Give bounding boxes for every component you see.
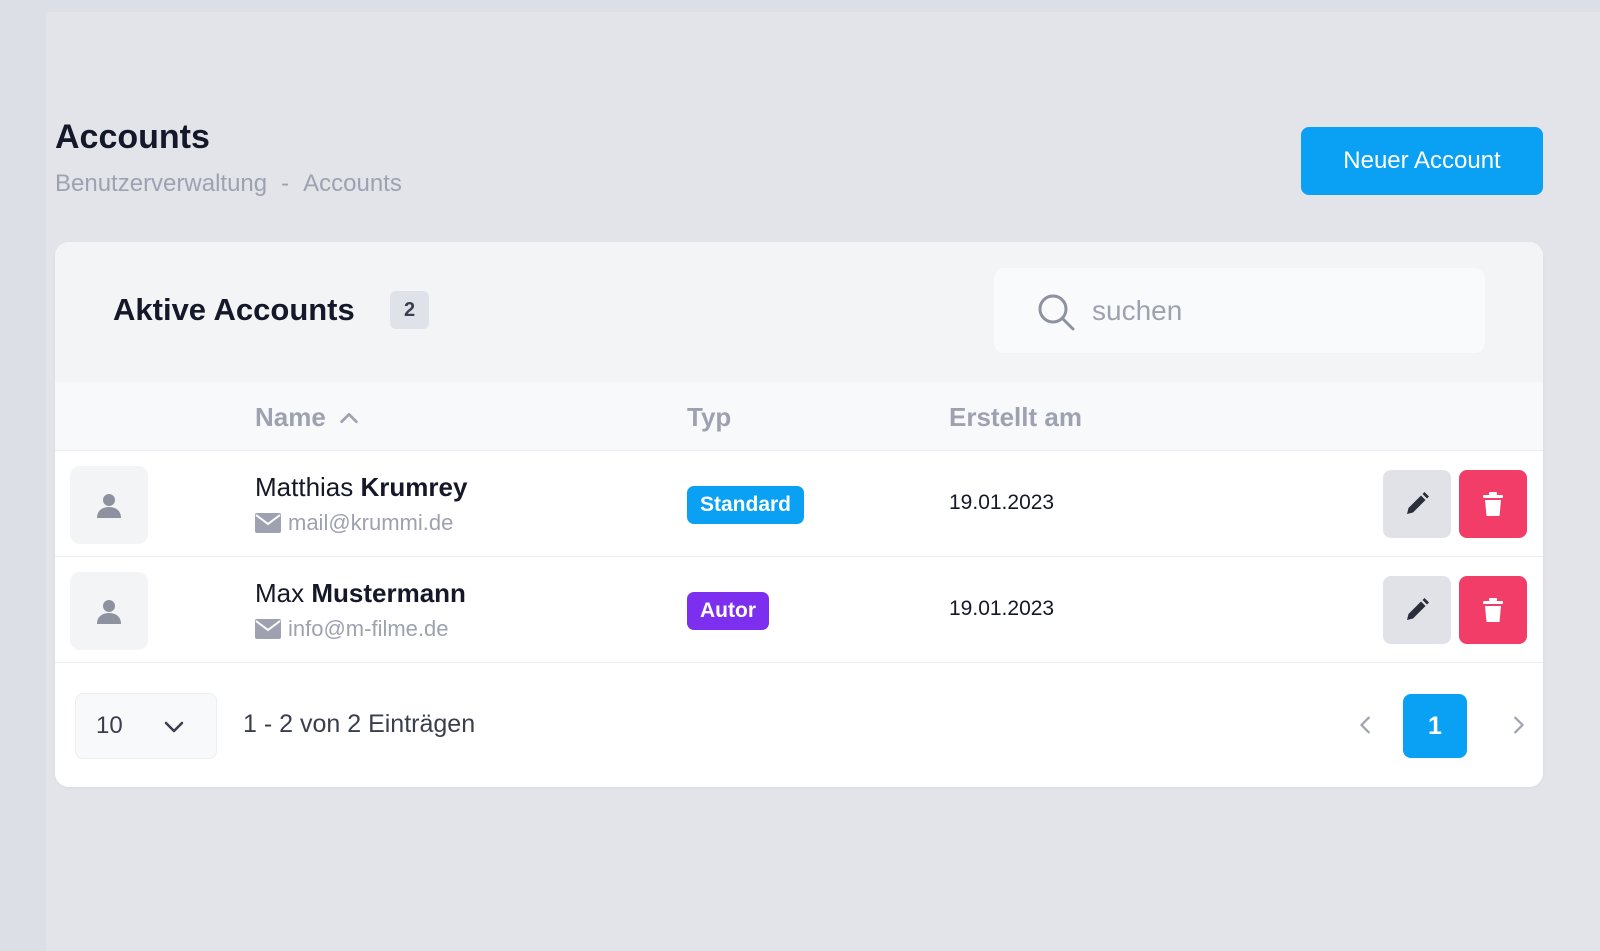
account-first-name: Max bbox=[255, 578, 305, 608]
created-date: 19.01.2023 bbox=[949, 597, 1055, 620]
mail-icon bbox=[255, 513, 281, 533]
account-email: mail@krummi.de bbox=[255, 510, 453, 536]
trash-icon bbox=[1483, 492, 1503, 516]
account-last-name: Mustermann bbox=[311, 578, 466, 608]
account-first-name: Matthias bbox=[255, 472, 354, 502]
account-last-name: Krumrey bbox=[360, 472, 468, 502]
table-row: Max Mustermann info@m-filme.de Autor 19.… bbox=[55, 557, 1543, 663]
mail-icon bbox=[255, 619, 281, 639]
column-header-created[interactable]: Erstellt am bbox=[949, 402, 1082, 433]
account-name: Matthias Krumrey bbox=[255, 472, 467, 503]
chevron-left-icon bbox=[1360, 716, 1370, 734]
background-strip-top bbox=[0, 0, 1600, 12]
breadcrumb-item-benutzerverwaltung[interactable]: Benutzerverwaltung bbox=[55, 170, 267, 198]
pager-next-button[interactable] bbox=[1503, 710, 1533, 740]
account-name: Max Mustermann bbox=[255, 578, 466, 609]
table-footer: 10 1 - 2 von 2 Einträgen 1 bbox=[55, 663, 1543, 787]
page-title: Accounts bbox=[55, 118, 210, 156]
per-page-select[interactable]: 10 bbox=[75, 693, 217, 759]
type-badge-autor: Autor bbox=[687, 592, 769, 630]
per-page-value: 10 bbox=[96, 712, 123, 739]
column-header-name-label: Name bbox=[255, 402, 326, 432]
delete-button[interactable] bbox=[1459, 576, 1527, 644]
pager-prev-button[interactable] bbox=[1351, 710, 1381, 740]
breadcrumb-item-accounts: Accounts bbox=[303, 170, 402, 197]
new-account-button[interactable]: Neuer Account bbox=[1301, 127, 1543, 195]
column-header-name[interactable]: Name bbox=[255, 402, 360, 433]
page-button-current[interactable]: 1 bbox=[1403, 694, 1467, 758]
column-header-typ[interactable]: Typ bbox=[687, 402, 731, 433]
edit-button[interactable] bbox=[1383, 576, 1451, 644]
table-row: Matthias Krumrey mail@krummi.de Standard… bbox=[55, 451, 1543, 557]
avatar bbox=[70, 572, 148, 650]
breadcrumb: Benutzerverwaltung - Accounts bbox=[55, 170, 402, 198]
account-email-text[interactable]: info@m-filme.de bbox=[288, 616, 449, 642]
table-header: Name Typ Erstellt am bbox=[55, 382, 1543, 451]
user-icon bbox=[97, 600, 121, 624]
created-date: 19.01.2023 bbox=[949, 491, 1055, 514]
background-strip-left bbox=[0, 0, 46, 951]
search-box bbox=[994, 268, 1485, 353]
trash-icon bbox=[1483, 598, 1503, 622]
search-icon bbox=[1038, 294, 1075, 331]
breadcrumb-separator: - bbox=[281, 170, 290, 197]
search-input[interactable] bbox=[1092, 288, 1462, 334]
pencil-icon bbox=[1407, 598, 1429, 620]
edit-button[interactable] bbox=[1383, 470, 1451, 538]
user-icon bbox=[97, 494, 121, 518]
account-email-text[interactable]: mail@krummi.de bbox=[288, 510, 453, 536]
entries-info: 1 - 2 von 2 Einträgen bbox=[243, 710, 476, 738]
type-badge-standard: Standard bbox=[687, 486, 805, 524]
account-email: info@m-filme.de bbox=[255, 616, 449, 642]
avatar bbox=[70, 466, 148, 544]
accounts-card: Aktive Accounts 2 Name Typ Erstellt am bbox=[55, 242, 1543, 787]
chevron-right-icon bbox=[1514, 716, 1524, 734]
chevron-down-icon bbox=[164, 721, 184, 733]
card-title: Aktive Accounts bbox=[113, 292, 355, 327]
pencil-icon bbox=[1407, 492, 1429, 514]
delete-button[interactable] bbox=[1459, 470, 1527, 538]
chevron-up-icon bbox=[340, 412, 358, 423]
count-badge: 2 bbox=[390, 291, 429, 329]
card-header: Aktive Accounts 2 bbox=[55, 242, 1543, 382]
